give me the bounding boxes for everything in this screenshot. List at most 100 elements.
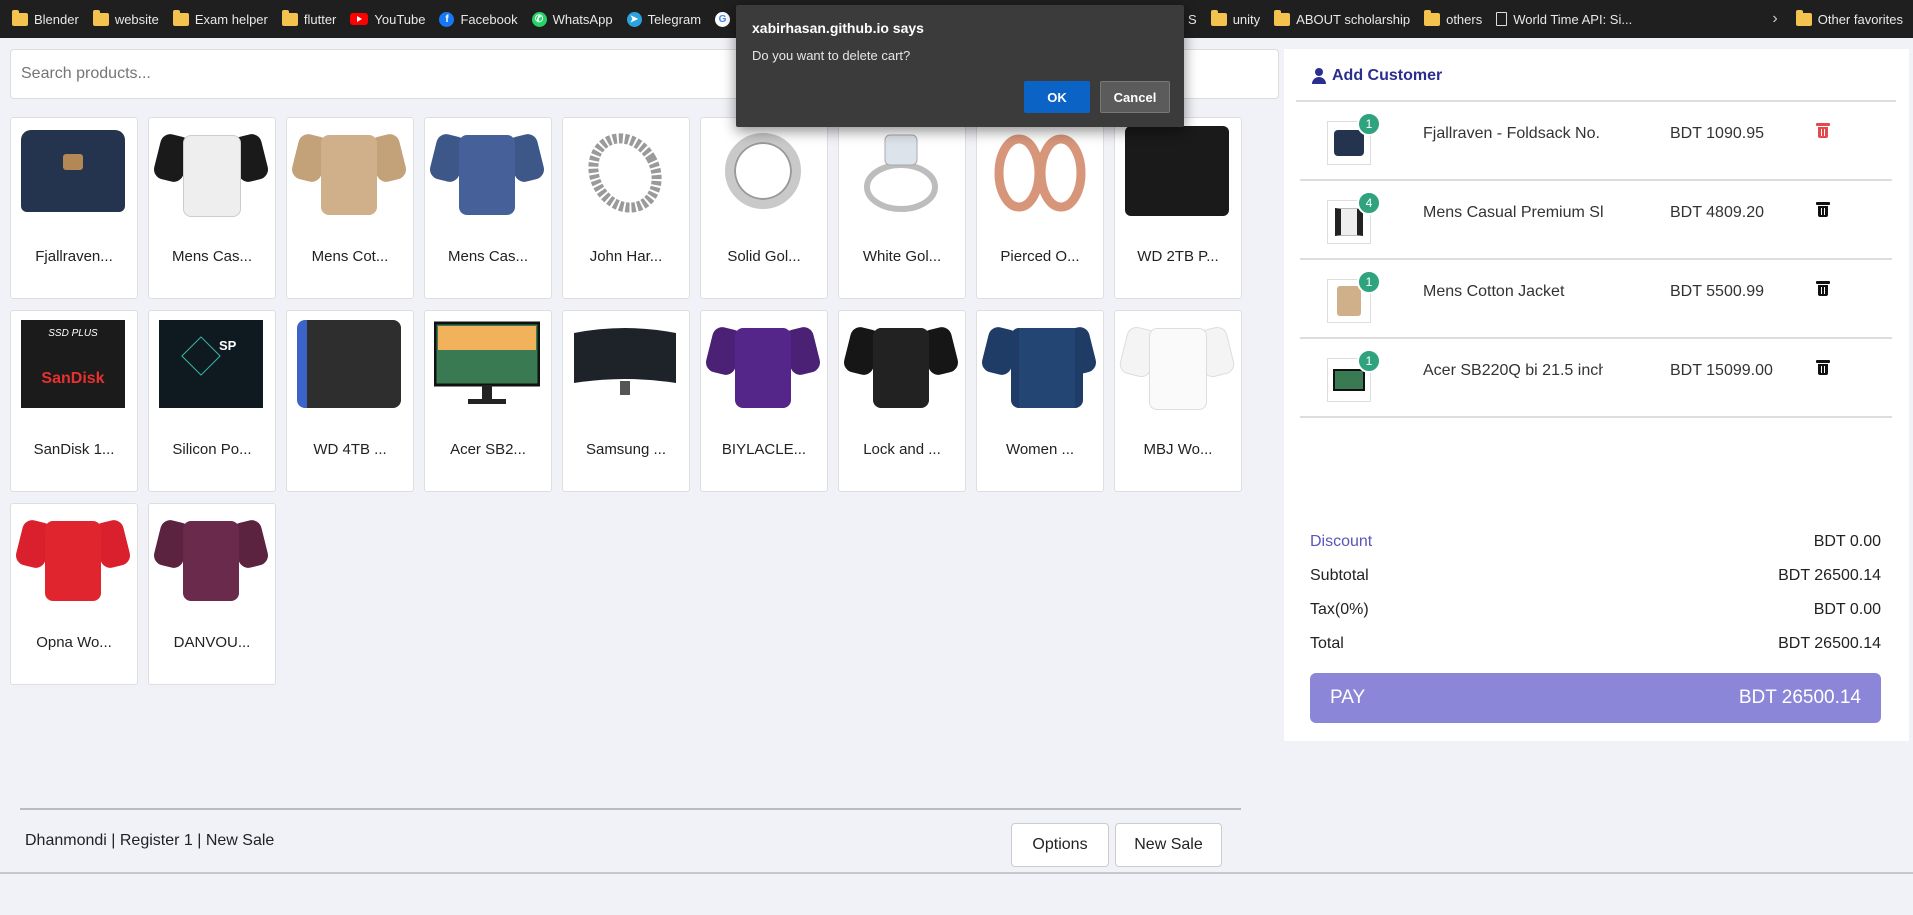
- product-card[interactable]: WD 2TB P...: [1114, 117, 1242, 299]
- bookmark-world-time-api[interactable]: World Time API: Si...: [1496, 12, 1632, 27]
- bookmark-youtube[interactable]: YouTube: [350, 12, 425, 27]
- product-image-jacket: [289, 126, 409, 216]
- product-card[interactable]: MBJ Wo...: [1114, 310, 1242, 492]
- bookmark-label: unity: [1232, 11, 1261, 27]
- product-name: Women ...: [1005, 441, 1075, 458]
- product-name: WD 4TB ...: [313, 441, 387, 458]
- sp-logo: SP: [219, 338, 237, 353]
- product-card[interactable]: White Gol...: [838, 117, 966, 299]
- cart-item: 1 Mens Cotton Jacket BDT 5500.99: [1300, 260, 1892, 339]
- bookmark-whatsapp[interactable]: ✆ WhatsApp: [531, 11, 613, 27]
- trash-icon[interactable]: [1816, 202, 1830, 217]
- bookmark-label: ABOUT scholarship: [1296, 11, 1411, 27]
- product-card[interactable]: BIYLACLE...: [700, 310, 828, 492]
- product-card[interactable]: WD 4TB ...: [286, 310, 414, 492]
- bookmark-unity[interactable]: unity: [1210, 9, 1261, 27]
- bookmark-about-scholarship[interactable]: ABOUT scholarship: [1274, 9, 1411, 27]
- product-card[interactable]: SSD PLUS SanDisk SanDisk 1...: [10, 310, 138, 492]
- product-image-earrings: [985, 126, 1093, 216]
- product-card[interactable]: Mens Cot...: [286, 117, 414, 299]
- bookmark-google[interactable]: G: [715, 11, 736, 27]
- product-card[interactable]: Mens Cas...: [424, 117, 552, 299]
- tax-value: BDT 0.00: [1813, 601, 1881, 618]
- product-image-tshirt: [427, 126, 547, 216]
- product-card[interactable]: DANVOU...: [148, 503, 276, 685]
- cart-item: 1 Fjallraven - Foldsack No. 1 B... BDT 1…: [1300, 102, 1892, 181]
- bookmark-others[interactable]: others: [1424, 9, 1483, 27]
- folder-icon: [172, 9, 189, 26]
- product-image-ssd: SP: [157, 319, 265, 409]
- bookmark-telegram[interactable]: ➤ Telegram: [626, 11, 702, 27]
- folder-icon: [1274, 9, 1291, 26]
- product-card[interactable]: Pierced O...: [976, 117, 1104, 299]
- bookmark-flutter[interactable]: flutter: [281, 9, 336, 27]
- options-button[interactable]: Options: [1011, 823, 1109, 867]
- tax-row: Tax(0%) BDT 0.00: [1310, 601, 1881, 619]
- quantity-badge: 1: [1357, 270, 1381, 294]
- new-sale-button[interactable]: New Sale: [1115, 823, 1222, 867]
- subtotal-row: Subtotal BDT 26500.14: [1310, 567, 1881, 585]
- product-name: MBJ Wo...: [1143, 441, 1213, 458]
- product-image-jacket: [979, 319, 1099, 409]
- cart-item-name: Mens Casual Premium Slim F...: [1423, 204, 1603, 221]
- add-customer-button[interactable]: Add Customer: [1312, 67, 1442, 85]
- bookmark-facebook[interactable]: f Facebook: [439, 11, 518, 27]
- bookmark-label: website: [114, 11, 159, 27]
- quantity-badge: 1: [1357, 349, 1381, 373]
- cancel-button[interactable]: Cancel: [1100, 81, 1170, 113]
- product-name: Mens Cot...: [311, 248, 389, 265]
- product-image-monitor: [433, 319, 541, 409]
- bookmark-website[interactable]: website: [92, 9, 159, 27]
- bookmark-label: Telegram: [647, 11, 702, 27]
- product-card[interactable]: Women ...: [976, 310, 1104, 492]
- product-image-hard-drive: [1123, 126, 1231, 216]
- product-card[interactable]: SP Silicon Po...: [148, 310, 276, 492]
- cart-item-price: BDT 1090.95: [1670, 125, 1764, 142]
- chevron-right-icon[interactable]: ›: [1772, 10, 1777, 28]
- product-card[interactable]: Opna Wo...: [10, 503, 138, 685]
- dialog-title: xabirhasan.github.io says: [752, 20, 924, 36]
- discount-label[interactable]: Discount: [1310, 533, 1372, 551]
- telegram-icon: ➤: [626, 11, 642, 27]
- product-card[interactable]: Mens Cas...: [148, 117, 276, 299]
- product-image-backpack: [19, 126, 127, 216]
- bookmark-label: Blender: [34, 11, 79, 27]
- product-image-monitor: [571, 319, 679, 409]
- product-card[interactable]: Solid Gol...: [700, 117, 828, 299]
- bookmark-label: others: [1446, 11, 1483, 27]
- youtube-icon: [350, 13, 369, 25]
- product-card[interactable]: Acer SB2...: [424, 310, 552, 492]
- product-card[interactable]: Fjallraven...: [10, 117, 138, 299]
- cart-panel: Add Customer 1 Fjallraven - Foldsack No.…: [1284, 49, 1909, 741]
- pay-button[interactable]: PAY BDT 26500.14: [1310, 673, 1881, 723]
- subtotal-value: BDT 26500.14: [1778, 567, 1881, 584]
- product-image-tshirt: [1117, 319, 1237, 410]
- dialog-message: Do you want to delete cart?: [752, 48, 911, 63]
- bookmark-s[interactable]: S: [1188, 12, 1197, 27]
- ok-button[interactable]: OK: [1024, 81, 1090, 113]
- bookmark-other-favorites[interactable]: Other favorites: [1795, 9, 1903, 27]
- trash-icon[interactable]: [1816, 123, 1830, 138]
- bookmark-label: Other favorites: [1817, 11, 1903, 27]
- product-card[interactable]: John Har...: [562, 117, 690, 299]
- cart-item: 4 Mens Casual Premium Slim F... BDT 4809…: [1300, 181, 1892, 260]
- cart-item-name: Mens Cotton Jacket: [1423, 283, 1565, 300]
- product-card[interactable]: Lock and ...: [838, 310, 966, 492]
- product-name: Mens Cas...: [447, 248, 529, 265]
- product-image-ssd: SSD PLUS SanDisk: [19, 319, 127, 409]
- cart-item: 1 Acer SB220Q bi 21.5 inches ... BDT 150…: [1300, 339, 1892, 418]
- bookmark-exam-helper[interactable]: Exam helper: [172, 9, 268, 27]
- bookmark-blender[interactable]: Blender: [12, 9, 79, 27]
- user-icon: [1312, 68, 1326, 84]
- trash-icon[interactable]: [1816, 281, 1830, 296]
- product-name: John Har...: [589, 248, 663, 265]
- product-card[interactable]: Samsung ...: [562, 310, 690, 492]
- divider: [20, 808, 1241, 810]
- product-image-tshirt: [13, 512, 133, 602]
- product-name: WD 2TB P...: [1137, 248, 1219, 265]
- product-image-jacket: [841, 319, 961, 409]
- trash-icon[interactable]: [1816, 360, 1830, 375]
- pay-label: PAY: [1330, 687, 1366, 708]
- discount-row: Discount BDT 0.00: [1310, 533, 1881, 551]
- pay-amount: BDT 26500.14: [1738, 687, 1861, 708]
